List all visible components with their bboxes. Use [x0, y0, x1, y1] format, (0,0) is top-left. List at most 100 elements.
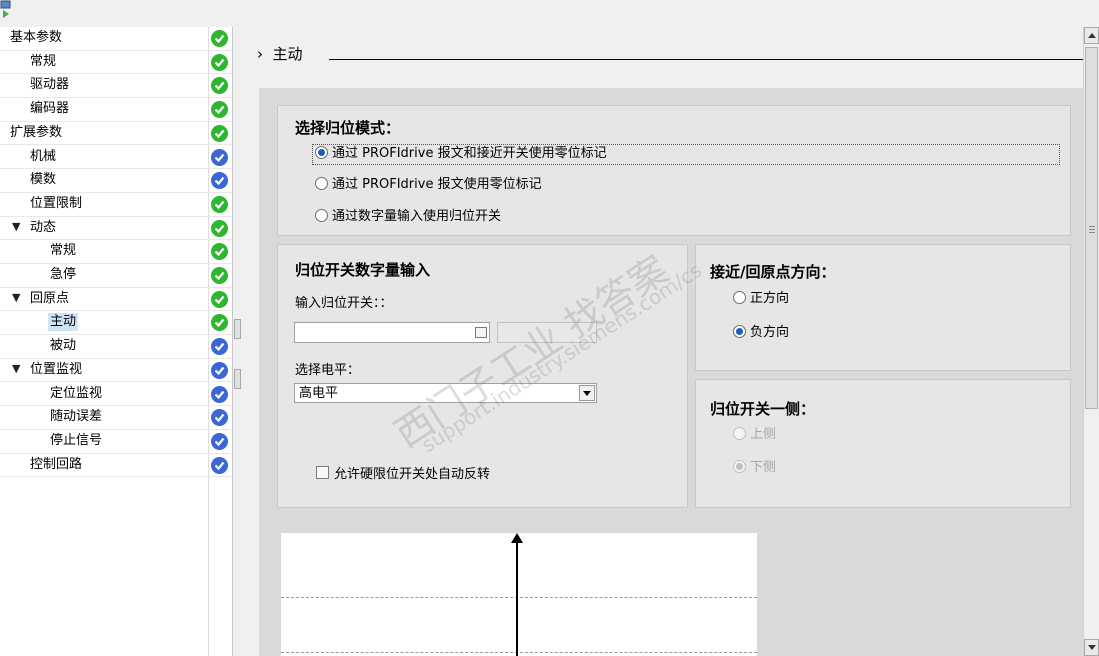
- tree-item[interactable]: 急停: [0, 264, 232, 288]
- check-icon: [211, 148, 228, 166]
- direction-negative-label: 负方向: [750, 325, 790, 340]
- expand-arrow-icon[interactable]: ▼: [12, 220, 20, 233]
- tree-item[interactable]: 编码器: [0, 98, 232, 122]
- level-select-value: 高电平: [299, 386, 339, 401]
- grip-line: [1089, 226, 1095, 227]
- check-icon: [211, 77, 228, 95]
- check-icon: [211, 456, 228, 474]
- tree-item[interactable]: 机械: [0, 146, 232, 170]
- tree-item-label: 回原点: [30, 290, 70, 306]
- mode-option-3-label: 通过数字量输入使用归位开关: [332, 209, 502, 224]
- tree-item[interactable]: 扩展参数: [0, 122, 232, 146]
- tree-item-label: 位置限制: [30, 195, 83, 211]
- homing-switch-side-title: 归位开关一侧：: [710, 400, 816, 418]
- tree-item-label: 定位监视: [50, 385, 103, 401]
- tree-item-label: 急停: [50, 267, 77, 282]
- check-icon: [211, 172, 228, 190]
- radio-selected-icon: [733, 325, 746, 338]
- scroll-up-icon[interactable]: [1084, 27, 1099, 44]
- radio-icon: [315, 209, 328, 222]
- expand-arrow-icon[interactable]: ▼: [12, 291, 20, 304]
- check-icon: [211, 101, 228, 119]
- tree-item-label: 动态: [30, 219, 57, 235]
- homing-mode-title: 选择归位模式：: [295, 119, 401, 137]
- tree-item-label: 主动: [48, 313, 79, 332]
- tree-item[interactable]: 常规: [0, 51, 232, 75]
- mode-option-3[interactable]: 通过数字量输入使用归位开关: [315, 207, 501, 227]
- direction-positive[interactable]: 正方向: [733, 289, 789, 309]
- chevron-down-icon[interactable]: [579, 385, 595, 401]
- level-select-label: 选择电平：: [295, 363, 361, 378]
- side-lower-label: 下侧: [750, 460, 777, 475]
- section-header[interactable]: › 主动: [257, 43, 303, 64]
- tree-item[interactable]: ▼ 动态: [0, 217, 232, 241]
- tree-item[interactable]: 定位监视: [0, 383, 232, 407]
- homing-switch-title: 归位开关数字量输入: [295, 261, 431, 279]
- tree-item-label: 被动: [50, 338, 77, 354]
- tree-item[interactable]: 控制回路: [0, 454, 232, 478]
- tree-item-label: 基本参数: [10, 30, 63, 45]
- check-icon: [211, 195, 228, 213]
- tree-item-label: 驱动器: [30, 77, 70, 93]
- tree-item[interactable]: ▼ 位置监视: [0, 359, 232, 383]
- radio-selected-icon: [315, 146, 328, 159]
- tree-item-label: 常规: [30, 53, 57, 69]
- check-icon: [211, 432, 228, 450]
- grip-line: [1089, 232, 1095, 233]
- level-select[interactable]: 高电平: [294, 383, 597, 403]
- tree-item[interactable]: 停止信号: [0, 430, 232, 454]
- check-icon: [211, 243, 228, 261]
- tree-item[interactable]: 驱动器: [0, 74, 232, 99]
- top-bar: [0, 0, 1099, 27]
- radio-icon: [315, 177, 328, 190]
- tree-item-label: 模数: [30, 172, 57, 188]
- tree-item[interactable]: 基本参数: [0, 27, 232, 51]
- tree-item-label: 编码器: [30, 101, 70, 117]
- homing-switch-address-field: [497, 322, 597, 343]
- app-icon: [0, 0, 11, 18]
- expand-right-handle[interactable]: [234, 369, 241, 389]
- tree-item[interactable]: 被动: [0, 335, 232, 359]
- direction-negative[interactable]: 负方向: [733, 323, 789, 343]
- homing-switch-side-group: 归位开关一侧： 上侧 下侧: [695, 379, 1071, 508]
- diagram-axis: [516, 543, 518, 656]
- mode-option-2[interactable]: 通过 PROFIdrive 报文使用零位标记: [315, 175, 542, 195]
- scrollbar-thumb[interactable]: [1085, 47, 1098, 409]
- homing-mode-group: 选择归位模式： 通过 PROFIdrive 报文和接近开关使用零位标记 通过 P…: [277, 105, 1071, 236]
- tree-item[interactable]: 主动: [0, 311, 232, 336]
- navigation-tree: 基本参数 常规 驱动器 编码器 扩展参数 机械 模数 位置限制 ▼ 动态 常规 急停 ▼ 回原点 主动 被动 ▼…: [0, 27, 233, 656]
- check-icon: [211, 267, 228, 284]
- mode-option-2-label: 通过 PROFIdrive 报文使用零位标记: [332, 177, 542, 192]
- grip-line: [1089, 229, 1095, 230]
- check-icon: [211, 124, 228, 142]
- auto-reverse-checkbox[interactable]: [316, 466, 329, 479]
- tree-item[interactable]: 随动误差: [0, 406, 232, 430]
- tree-item-label: 停止信号: [50, 432, 103, 448]
- tree-item-label: 机械: [30, 148, 57, 164]
- approach-direction-title: 接近/回原点方向：: [710, 263, 836, 281]
- browse-icon[interactable]: [475, 327, 487, 338]
- tree-item[interactable]: 位置限制: [0, 193, 232, 217]
- scroll-down-icon[interactable]: [1084, 639, 1099, 656]
- mode-option-1[interactable]: 通过 PROFIdrive 报文和接近开关使用零位标记: [315, 144, 607, 164]
- check-icon: [211, 30, 228, 47]
- tree-item[interactable]: ▼ 回原点: [0, 288, 232, 312]
- homing-switch-input[interactable]: [294, 322, 490, 343]
- collapse-left-handle[interactable]: [234, 319, 241, 339]
- tree-item-label: 控制回路: [30, 456, 83, 472]
- check-icon: [211, 219, 228, 237]
- check-icon: [211, 338, 228, 356]
- radio-icon: [733, 427, 746, 440]
- tree-item-label: 随动误差: [50, 409, 103, 425]
- expand-arrow-icon[interactable]: ▼: [12, 362, 20, 375]
- side-upper-label: 上侧: [750, 427, 777, 442]
- radio-icon: [733, 291, 746, 304]
- vertical-scrollbar[interactable]: [1083, 27, 1099, 656]
- tree-item[interactable]: 模数: [0, 169, 232, 193]
- tree-item[interactable]: 常规: [0, 240, 232, 264]
- diagram-dashed-line: [281, 652, 757, 653]
- tree-item-label: 位置监视: [30, 361, 83, 377]
- homing-switch-input-group: 归位开关数字量输入 输入归位开关：： 选择电平： 高电平 允许硬限位开关处自动反…: [277, 244, 688, 508]
- pane-splitter[interactable]: [232, 27, 242, 656]
- check-icon: [211, 409, 228, 427]
